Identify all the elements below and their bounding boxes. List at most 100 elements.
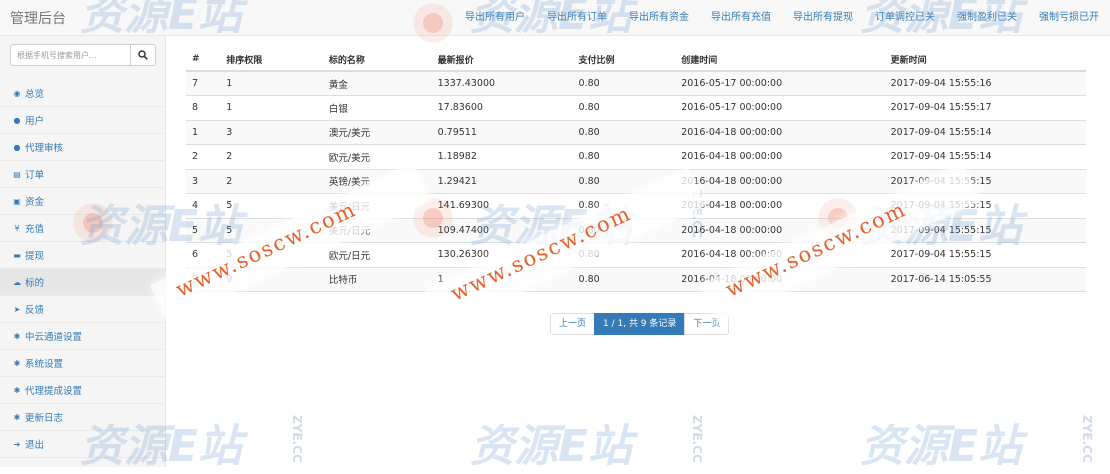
sidebar-item[interactable]: ▤ 订单 [0, 161, 165, 188]
dashboard-icon: ◉ [13, 88, 21, 98]
table-row[interactable]: 5 5 美元/日元 109.47400 0.80 2016-04-18 00:00:00 2… [186, 217, 1086, 243]
sidebar-item[interactable]: ◉ 总览 [0, 80, 165, 107]
table-cell: 5 [220, 193, 323, 218]
column-header[interactable]: # [186, 48, 221, 72]
table-row[interactable]: 2 2 欧元/美元 1.18982 0.80 2016-04-18 00:00:00 201… [186, 144, 1086, 169]
user-icon: ● [13, 115, 21, 125]
column-header[interactable]: 标的名称 [322, 48, 432, 72]
table-cell: 9 [186, 266, 221, 292]
table-cell: 英镑/美元 [322, 168, 432, 194]
table-row[interactable]: 8 1 白银 17.83600 0.80 2016-05-17 00:00:00 2017-… [186, 95, 1086, 120]
table-cell: 1 [431, 266, 573, 292]
table-row[interactable]: 3 2 英镑/美元 1.29421 0.80 2016-04-18 00:00:00 201… [186, 168, 1086, 194]
table-cell: 8 [186, 95, 221, 120]
table-cell: 1337.43000 [431, 70, 573, 96]
column-header[interactable]: 创建时间 [675, 48, 885, 72]
table-row[interactable]: 7 1 黄金 1337.43000 0.80 2016-05-17 00:00:00 201… [186, 70, 1086, 96]
table-cell: 4 [186, 193, 221, 218]
topnav-link[interactable]: 导出所有充值 [700, 0, 782, 36]
topnav-link[interactable]: 订单调控已关 [864, 0, 946, 36]
table-cell: 17.83600 [431, 95, 573, 120]
sidebar-item[interactable]: ➤ 反馈 [0, 296, 165, 323]
table-cell: 2017-09-04 15:55:14 [884, 119, 1086, 145]
table-cell: 0.80 [572, 70, 676, 96]
table-row[interactable]: 4 5 美元/日元 141.69300 0.80 2016-04-18 00:00:00 2… [186, 193, 1086, 218]
table-row[interactable]: 6 5 欧元/日元 130.26300 0.80 2016-04-18 00:00:00 2… [186, 242, 1086, 267]
topnav-link[interactable]: 强制亏损已开 [1028, 0, 1110, 36]
settings-icon: ✱ [13, 412, 21, 422]
table-cell: 1 [186, 119, 221, 145]
table-cell: 2016-04-18 00:00:00 [675, 168, 885, 194]
yen-icon: ¥ [14, 223, 20, 233]
table-cell: 2017-09-04 15:55:17 [884, 95, 1086, 120]
sidebar-item[interactable]: ✱ 系统设置 [0, 350, 165, 377]
instruments-table: # 排序权限 标的名称 最新报价 支付比例 创建时间 更新时间 7 1 黄金 1337.43000… [186, 48, 1086, 292]
table-cell: 比特币 [322, 266, 432, 292]
table-cell: 2017-09-04 15:55:15 [884, 217, 1086, 243]
sidebar-item[interactable]: ▬ 提现 [0, 242, 165, 269]
logout-icon: ➜ [13, 439, 21, 449]
next-page-button[interactable]: 下一页 [684, 313, 730, 335]
table-cell: 2 [186, 144, 221, 169]
sidebar-item[interactable]: ● 代理审核 [0, 134, 165, 161]
topnav-link[interactable]: 导出所有提现 [782, 0, 864, 36]
topnav-link[interactable]: 导出所有资金 [618, 0, 700, 36]
sidebar-item-label: 总览 [25, 89, 45, 100]
table-cell: 0.80 [572, 193, 676, 218]
table-cell: 2016-04-18 00:00:00 [675, 217, 885, 243]
table-cell: 109.47400 [431, 217, 573, 243]
column-header[interactable]: 更新时间 [884, 48, 1086, 72]
column-header[interactable]: 最新报价 [431, 48, 573, 72]
prev-page-button[interactable]: 上一页 [550, 313, 596, 335]
column-header[interactable]: 支付比例 [572, 48, 676, 72]
sidebar-item[interactable]: ✱ 中云通道设置 [0, 323, 165, 350]
table-cell: 澳元/美元 [322, 119, 432, 145]
topnav-link[interactable]: 导出所有用户 [454, 0, 536, 36]
table-cell: 2016-05-17 00:00:00 [675, 70, 885, 96]
table-cell: 美元/日元 [322, 217, 432, 243]
top-nav-links: 导出所有用户 导出所有订单 导出所有资金 导出所有充值 导出所有提现 订单调控已关 强制盈利… [454, 0, 1110, 36]
sidebar-item-label: 退出 [25, 440, 45, 451]
sidebar-item-label: 代理提成设置 [25, 386, 83, 397]
table-cell: 2 [220, 168, 323, 194]
sidebar-item[interactable]: ➜ 退出 [0, 431, 165, 458]
search-input[interactable] [11, 45, 131, 65]
table-header-row: # 排序权限 标的名称 最新报价 支付比例 创建时间 更新时间 [186, 48, 1086, 72]
table-row[interactable]: 9 9 比特币 1 0.80 2016-04-18 00:00:00 2017-06-14 … [186, 266, 1086, 292]
table-cell: 2 [220, 144, 323, 169]
sidebar-item-label: 系统设置 [25, 359, 64, 370]
list-icon: ▤ [13, 169, 21, 179]
topnav-link[interactable]: 导出所有订单 [536, 0, 618, 36]
sidebar: ◉ 总览 ● 用户 ● 代理审核 ▤ 订单 ▣ 资金 ¥ 充值 ▬ 提现 ☁ 标的 ➤ 反馈 ✱ 中云通道设置 ✱ 系统设… [0, 36, 166, 467]
table-cell: 2017-09-04 15:55:15 [884, 168, 1086, 194]
topnav-link[interactable]: 强制盈利已关 [946, 0, 1028, 36]
app-title[interactable]: 管理后台 [10, 8, 66, 28]
sidebar-item[interactable]: ▣ 资金 [0, 188, 165, 215]
table-cell: 130.26300 [431, 242, 573, 267]
sidebar-item-label: 资金 [25, 197, 45, 208]
table-cell: 3 [220, 119, 323, 145]
sidebar-item-label: 订单 [25, 170, 45, 181]
sidebar-item-label: 更新日志 [25, 413, 64, 424]
table-cell: 141.69300 [431, 193, 573, 218]
settings-icon: ✱ [13, 358, 21, 368]
table-cell: 2017-09-04 15:55:15 [884, 193, 1086, 218]
sidebar-item-label: 标的 [25, 278, 45, 289]
table-cell: 欧元/日元 [322, 242, 432, 267]
table-cell: 0.79511 [431, 119, 573, 145]
column-header[interactable]: 排序权限 [220, 48, 323, 72]
sidebar-item[interactable]: ✱ 代理提成设置 [0, 377, 165, 404]
search-button[interactable] [130, 45, 155, 65]
sidebar-item[interactable]: ☁ 标的 [0, 269, 165, 296]
table-cell: 2017-06-14 15:05:55 [884, 266, 1086, 292]
table-row[interactable]: 1 3 澳元/美元 0.79511 0.80 2016-04-18 00:00:00 201… [186, 119, 1086, 145]
money-icon: ▣ [13, 196, 21, 206]
sidebar-item[interactable]: ● 用户 [0, 107, 165, 134]
sidebar-item[interactable]: ✱ 更新日志 [0, 404, 165, 431]
table-cell: 0.80 [572, 266, 676, 292]
table-cell: 0.80 [572, 95, 676, 120]
table-cell: 0.80 [572, 217, 676, 243]
table-cell: 2016-04-18 00:00:00 [675, 193, 885, 218]
sidebar-item-label: 反馈 [25, 305, 45, 316]
sidebar-item[interactable]: ¥ 充值 [0, 215, 165, 242]
